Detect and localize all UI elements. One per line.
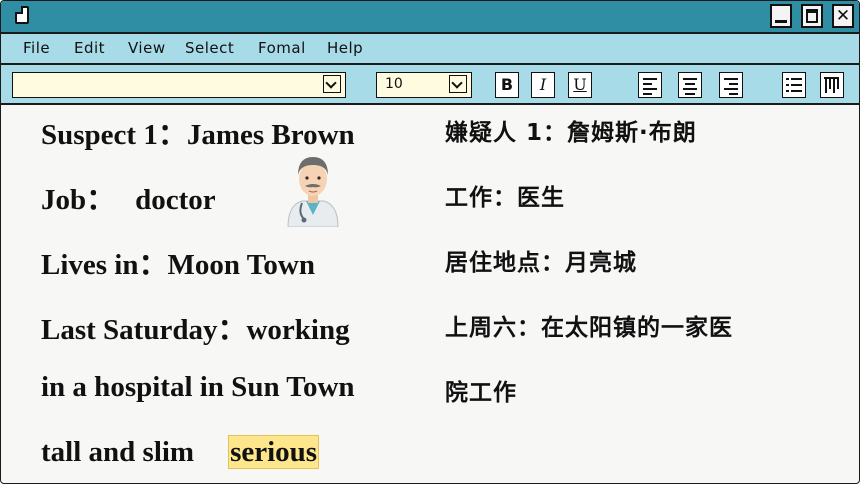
chinese-line-4: 上周六：在太阳镇的一家医 bbox=[445, 315, 733, 341]
font-size-select[interactable]: 10 bbox=[376, 72, 472, 98]
columns-button[interactable] bbox=[820, 72, 844, 98]
menu-select[interactable]: Select bbox=[185, 39, 234, 57]
chevron-down-icon[interactable] bbox=[449, 75, 467, 93]
bold-button[interactable]: B bbox=[495, 72, 519, 98]
chinese-line-3: 居住地点：月亮城 bbox=[445, 250, 637, 276]
align-right-button[interactable] bbox=[719, 72, 743, 98]
minimize-button[interactable] bbox=[770, 4, 792, 28]
menu-file[interactable]: File bbox=[23, 39, 50, 57]
menu-view[interactable]: View bbox=[128, 39, 166, 57]
maximize-button[interactable] bbox=[801, 4, 823, 28]
font-size-value: 10 bbox=[385, 76, 403, 92]
chinese-line-5: 院工作 bbox=[445, 380, 517, 406]
job-value: doctor bbox=[135, 184, 216, 216]
saturday-value: working bbox=[246, 314, 350, 346]
app-window: ✕ File Edit View Select Fomal Help 10 B … bbox=[0, 0, 860, 484]
saturday-label: Last Saturday： bbox=[41, 314, 247, 346]
close-button[interactable]: ✕ bbox=[832, 4, 854, 28]
bullet-list-button[interactable] bbox=[782, 72, 806, 98]
saturday-continued-line: in a hospital in Sun Town bbox=[41, 371, 355, 403]
lives-value: Moon Town bbox=[167, 249, 315, 281]
suspect-label: Suspect 1： bbox=[41, 119, 187, 151]
appearance-text: tall and slim bbox=[41, 436, 195, 468]
highlighted-word: serious bbox=[228, 435, 320, 469]
underline-button[interactable]: U bbox=[568, 72, 592, 98]
chinese-line-1: 嫌疑人 1：詹姆斯·布朗 bbox=[445, 120, 697, 146]
lives-label: Lives in： bbox=[41, 249, 168, 281]
lives-line: Lives in：Moon Town bbox=[41, 241, 315, 283]
suspect-line: Suspect 1：James Brown bbox=[41, 111, 355, 153]
title-bar[interactable]: ✕ bbox=[1, 1, 859, 34]
appearance-line: tall and slim serious bbox=[41, 435, 320, 469]
align-center-button[interactable] bbox=[678, 72, 702, 98]
chinese-line-2: 工作：医生 bbox=[445, 185, 565, 211]
menu-fomal[interactable]: Fomal bbox=[258, 39, 306, 57]
chevron-down-icon[interactable] bbox=[323, 75, 341, 93]
job-label: Job： bbox=[41, 184, 116, 216]
close-icon: ✕ bbox=[835, 6, 851, 26]
align-left-button[interactable] bbox=[638, 72, 662, 98]
menu-bar: File Edit View Select Fomal Help bbox=[1, 34, 859, 65]
suspect-name: James Brown bbox=[186, 119, 355, 151]
document-icon bbox=[15, 6, 29, 24]
male-doctor-emoji bbox=[287, 157, 339, 227]
italic-button[interactable]: I bbox=[531, 72, 555, 98]
job-line: Job： doctor bbox=[41, 176, 216, 218]
document-body[interactable]: Suspect 1：James Brown Job： doctor Lives i… bbox=[1, 105, 859, 483]
saturday-line: Last Saturday：working bbox=[41, 306, 350, 348]
format-toolbar: 10 B I U bbox=[1, 65, 859, 105]
menu-edit[interactable]: Edit bbox=[74, 39, 105, 57]
font-family-select[interactable] bbox=[12, 72, 346, 98]
menu-help[interactable]: Help bbox=[327, 39, 363, 57]
